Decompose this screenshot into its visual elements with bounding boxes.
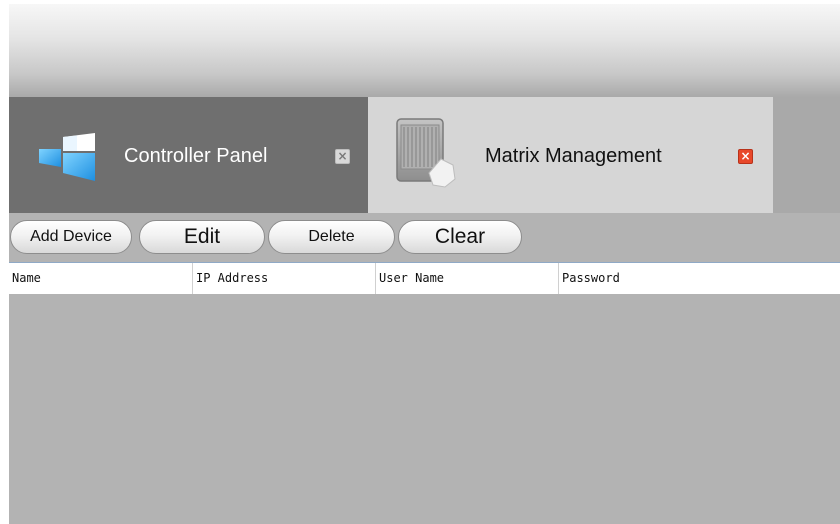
edit-button[interactable]: Edit: [139, 220, 265, 254]
delete-button[interactable]: Delete: [268, 220, 395, 254]
close-icon[interactable]: ×: [738, 149, 753, 164]
clear-button[interactable]: Clear: [398, 220, 522, 254]
tab-label: Matrix Management: [485, 145, 662, 167]
column-header-name[interactable]: Name: [9, 263, 193, 294]
tab-matrix-management[interactable]: Matrix Management ×: [368, 97, 773, 213]
device-table-body[interactable]: [9, 294, 840, 524]
windows-logo-icon: [39, 133, 95, 181]
tab-controller-panel[interactable]: Controller Panel ×: [9, 97, 368, 213]
close-icon[interactable]: ×: [335, 149, 350, 164]
title-bar: [9, 4, 840, 97]
tab-label: Controller Panel: [124, 145, 268, 167]
column-header-user-name[interactable]: User Name: [376, 263, 559, 294]
table-header: Name IP Address User Name Password: [9, 262, 840, 294]
toolbar: Add Device Edit Delete Clear: [9, 213, 840, 260]
column-header-password[interactable]: Password: [559, 263, 840, 294]
matrix-device-icon: [396, 118, 456, 188]
tab-bar: Controller Panel × Matrix Management ×: [9, 97, 840, 213]
app-window: Controller Panel × Matrix Management × A…: [9, 4, 840, 524]
add-device-button[interactable]: Add Device: [10, 220, 132, 254]
column-header-ip-address[interactable]: IP Address: [193, 263, 376, 294]
